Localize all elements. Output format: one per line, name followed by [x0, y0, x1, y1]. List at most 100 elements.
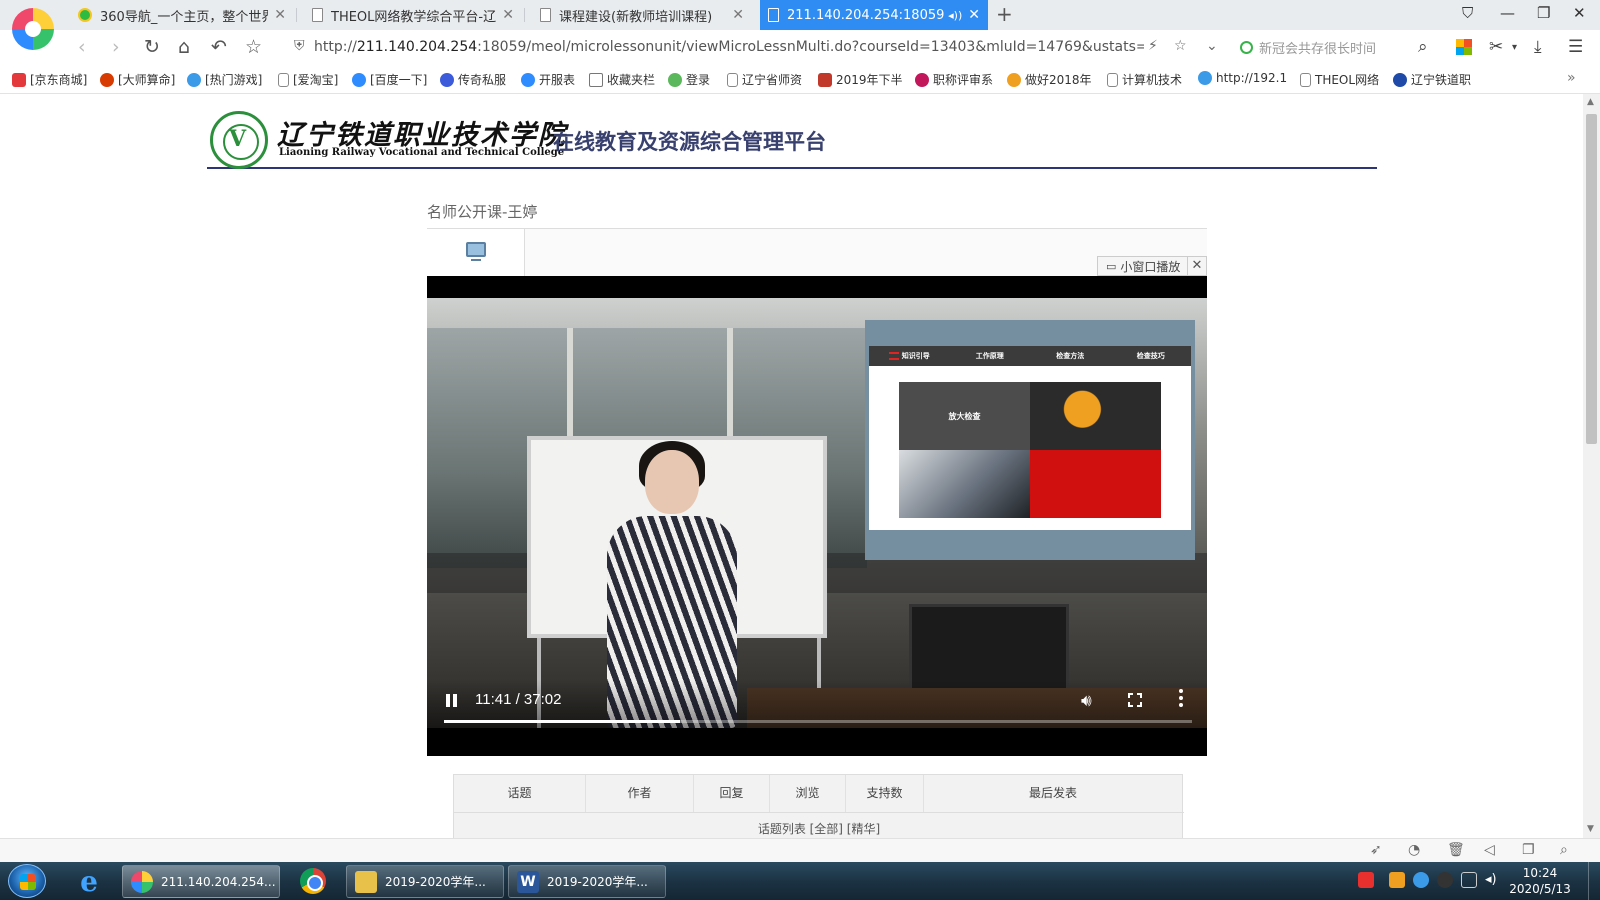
- bookmark-item[interactable]: 传奇私服: [440, 71, 506, 88]
- refresh-icon[interactable]: ↻: [144, 36, 160, 58]
- lightning-icon[interactable]: ⚡: [1148, 38, 1158, 54]
- close-icon[interactable]: ✕: [502, 7, 514, 23]
- new-tab-button[interactable]: +: [996, 2, 1013, 26]
- browser-tab-strip: 360导航_一个主页，整个世界 ✕ THEOL网络教学综合平台-辽宁 ✕ 课程建…: [0, 0, 1600, 30]
- tab-theol-platform[interactable]: THEOL网络教学综合平台-辽宁 ✕: [304, 0, 522, 30]
- chevron-down-icon[interactable]: ▾: [1512, 42, 1517, 53]
- security-icon[interactable]: [1413, 872, 1429, 888]
- close-window-icon[interactable]: ✕: [1573, 4, 1586, 22]
- back-icon[interactable]: ‹: [78, 36, 86, 58]
- col-author[interactable]: 作者: [586, 775, 694, 812]
- volume-icon[interactable]: 🔊︎: [1081, 691, 1092, 711]
- chrome-icon[interactable]: [292, 865, 334, 897]
- taskbar-browser[interactable]: 211.140.204.254...: [122, 865, 280, 898]
- bookmark-item[interactable]: 计算机技术: [1107, 71, 1182, 88]
- show-desktop-button[interactable]: [1588, 862, 1600, 900]
- mini-window-button[interactable]: ▭ 小窗口播放: [1097, 256, 1190, 276]
- slide-red-panel: [1030, 450, 1161, 518]
- bookmark-item[interactable]: 职称评审系: [915, 71, 993, 88]
- bookmark-item[interactable]: 辽宁省师资: [727, 71, 802, 88]
- menu-icon[interactable]: ☰: [1568, 37, 1583, 57]
- bookmark-item[interactable]: [百度一下]: [352, 71, 427, 88]
- video-player[interactable]: 知识引导 工作原理 检查方法 检查技巧 放大检查 11:41 / 37:02 🔊…: [427, 276, 1207, 756]
- bookmark-label: 职称评审系: [933, 73, 994, 87]
- word-icon: W: [517, 870, 539, 893]
- address-bar[interactable]: http://211.140.204.254:18059/meol/microl…: [314, 36, 1144, 58]
- login-icon: [668, 72, 682, 87]
- restore-icon[interactable]: ❐: [1537, 4, 1550, 22]
- close-icon[interactable]: ✕: [968, 7, 980, 23]
- bookmark-item[interactable]: THEOL网络: [1300, 71, 1379, 88]
- trash-icon[interactable]: 🗑︎: [1447, 842, 1465, 858]
- tab-360-home[interactable]: 360导航_一个主页，整个世界 ✕: [70, 0, 294, 30]
- bookmark-item[interactable]: http://192.1: [1198, 71, 1287, 85]
- window-icon[interactable]: ❐: [1522, 842, 1535, 858]
- system-clock[interactable]: 10:24 2020/5/13: [1508, 865, 1572, 897]
- bookmark-item[interactable]: [爱淘宝]: [278, 71, 338, 88]
- rocket-icon[interactable]: ➶: [1370, 842, 1382, 858]
- taskbar-word[interactable]: W 2019-2020学年...: [508, 865, 666, 898]
- volume-icon[interactable]: ◂): [1485, 872, 1501, 888]
- speed-icon[interactable]: ◔: [1408, 842, 1420, 858]
- close-icon[interactable]: ✕: [274, 7, 286, 23]
- forward-icon[interactable]: ›: [112, 36, 120, 58]
- news-ticker[interactable]: 新冠会共存很长时间: [1240, 38, 1376, 57]
- platform-title: 在线教育及资源综合管理平台: [553, 130, 826, 154]
- search-icon[interactable]: ⌕: [1418, 37, 1428, 57]
- shirt-skin-icon[interactable]: ⛉: [1462, 4, 1473, 22]
- bookmark-item[interactable]: 登录: [668, 71, 710, 88]
- close-icon[interactable]: ✕: [732, 7, 744, 23]
- qq-icon[interactable]: [1437, 872, 1453, 888]
- bookmark-item[interactable]: 做好2018年: [1007, 71, 1092, 88]
- minimize-icon[interactable]: —: [1500, 4, 1515, 22]
- tab-course-build[interactable]: 课程建设(新教师培训课程) ✕: [532, 0, 752, 30]
- col-last-post[interactable]: 最后发表: [924, 775, 1182, 812]
- col-replies[interactable]: 回复: [694, 775, 770, 812]
- bookmark-item[interactable]: 辽宁铁道职: [1393, 71, 1471, 88]
- col-views[interactable]: 浏览: [770, 775, 846, 812]
- course-title: 名师公开课-王婷: [427, 203, 538, 221]
- tab-video[interactable]: [427, 229, 525, 277]
- bookmark-item[interactable]: [大师算命]: [100, 71, 175, 88]
- browser-logo-icon[interactable]: [12, 8, 54, 50]
- apps-grid-icon[interactable]: [1456, 39, 1472, 55]
- scissors-icon[interactable]: ✂: [1489, 37, 1503, 57]
- security-shield-icon[interactable]: ⛨: [294, 38, 305, 54]
- sogou-ime-icon[interactable]: [1358, 872, 1374, 888]
- tab-active-video[interactable]: 211.140.204.254:18059/m ◂)) ✕: [760, 0, 988, 30]
- zoom-icon[interactable]: ⌕: [1560, 842, 1568, 858]
- home-icon[interactable]: ⌂: [178, 36, 190, 58]
- bookmark-item[interactable]: 开服表: [521, 71, 575, 88]
- bookmark-item[interactable]: [京东商城]: [12, 71, 87, 88]
- favorite-star-icon[interactable]: ☆: [245, 36, 262, 58]
- network-icon[interactable]: [1461, 872, 1477, 888]
- more-bookmarks-icon[interactable]: »: [1567, 70, 1576, 86]
- download-icon[interactable]: ⤓: [1534, 37, 1542, 57]
- topic-list-filter[interactable]: 话题列表 [全部] [精华]: [454, 812, 1184, 838]
- start-button[interactable]: [8, 864, 46, 898]
- col-topic[interactable]: 话题: [454, 775, 586, 812]
- close-icon[interactable]: ✕: [1187, 256, 1207, 276]
- bookmark-label: [热门游戏]: [205, 73, 263, 87]
- fullscreen-icon[interactable]: [1128, 693, 1142, 707]
- undo-close-icon[interactable]: ↶: [211, 36, 227, 58]
- chevron-down-icon[interactable]: ⌄: [1206, 38, 1218, 54]
- bookmark-folder[interactable]: 收藏夹栏: [589, 71, 655, 88]
- pause-icon[interactable]: [445, 692, 459, 708]
- speaker-icon[interactable]: ◂)): [948, 9, 962, 22]
- video-progress-bar[interactable]: [444, 720, 1192, 723]
- bookmark-star-icon[interactable]: ☆: [1174, 38, 1187, 54]
- page-scrollbar[interactable]: ▲ ▼: [1583, 94, 1600, 838]
- scroll-up-icon[interactable]: ▲: [1587, 97, 1594, 107]
- bookmark-item[interactable]: [热门游戏]: [187, 71, 262, 88]
- col-supports[interactable]: 支持数: [846, 775, 924, 812]
- scroll-down-icon[interactable]: ▼: [1587, 824, 1594, 834]
- bookmark-item[interactable]: 2019年下半: [818, 71, 903, 88]
- mute-icon[interactable]: ◁: [1484, 842, 1495, 858]
- taskbar-folder[interactable]: 2019-2020学年...: [346, 865, 504, 898]
- shield-icon[interactable]: [1389, 872, 1405, 888]
- fortune-icon: [100, 72, 114, 87]
- scroll-thumb[interactable]: [1586, 114, 1597, 444]
- more-options-icon[interactable]: [1179, 689, 1183, 707]
- ie-icon[interactable]: e: [68, 865, 110, 898]
